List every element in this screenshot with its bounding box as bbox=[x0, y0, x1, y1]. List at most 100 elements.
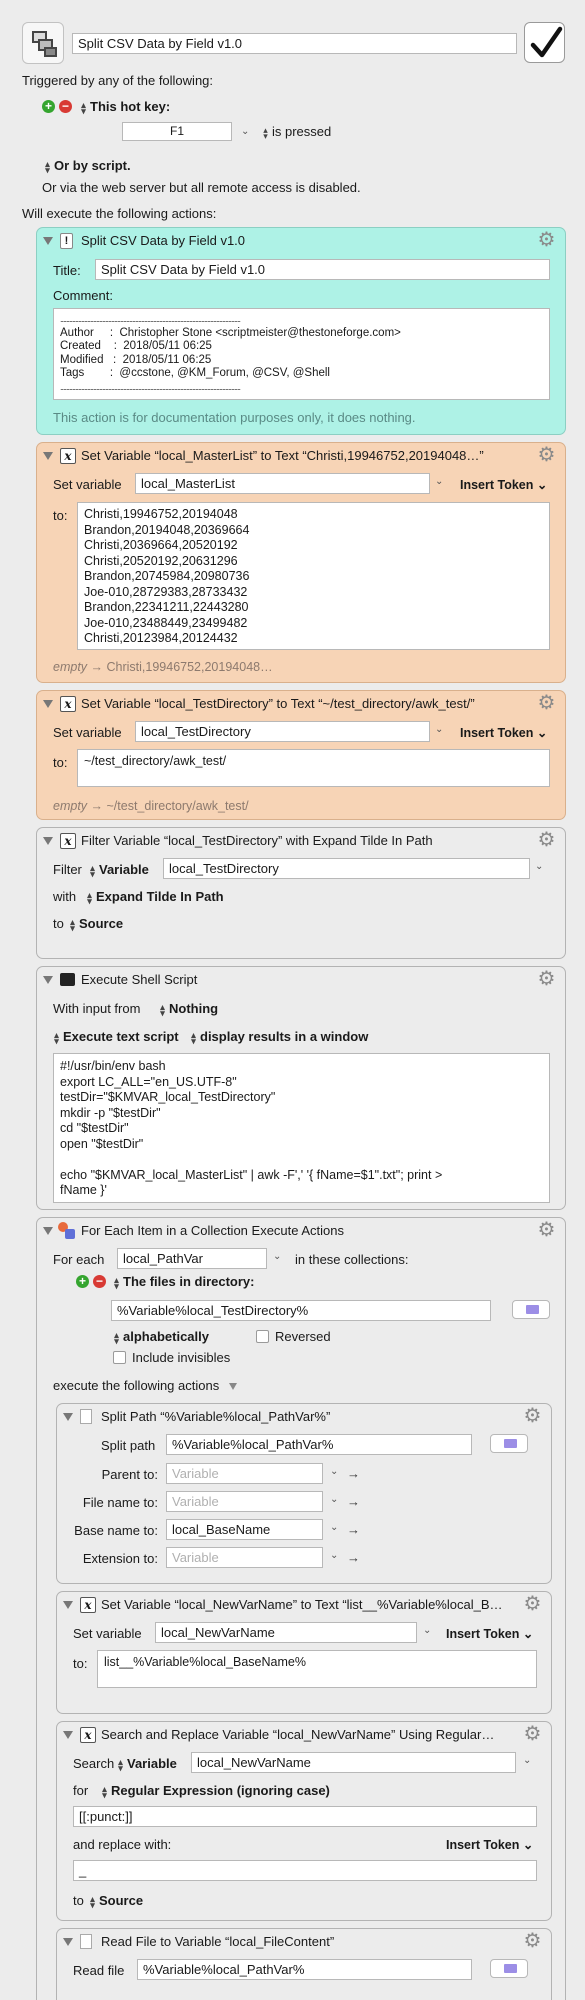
insert-token-button[interactable]: Insert Token ⌄ bbox=[460, 477, 547, 492]
trigger-type-popup[interactable]: ▴ ▾ This hot key: bbox=[80, 99, 170, 115]
gear-icon[interactable]: ⚙ bbox=[523, 1724, 542, 1744]
hotkey-mode-popup[interactable]: ▴ ▾ is pressed bbox=[262, 124, 331, 140]
set-variable-masterlist-action[interactable]: x Set Variable “local_MasterList” to Tex… bbox=[36, 442, 566, 683]
variable-menu-chevron[interactable]: ⌄ bbox=[330, 1494, 338, 1505]
reversed-checkbox[interactable] bbox=[256, 1330, 269, 1343]
loop-variable-field[interactable]: local_PathVar bbox=[117, 1248, 267, 1269]
text-line: ~/test_directory/awk_test/ bbox=[84, 754, 227, 768]
gear-icon[interactable]: ⚙ bbox=[537, 693, 556, 713]
for-each-action[interactable]: For Each Item in a Collection Execute Ac… bbox=[36, 1217, 566, 2000]
insert-token-button[interactable]: Insert Token ⌄ bbox=[446, 1626, 533, 1641]
script-line: export LC_ALL="en_US.UTF-8" bbox=[60, 1074, 237, 1089]
text-field[interactable]: ~/test_directory/awk_test/ bbox=[77, 749, 550, 787]
disclosure-triangle-icon[interactable] bbox=[228, 1383, 237, 1391]
script-trigger-popup[interactable]: ▴ ▾ Or by script. bbox=[44, 158, 130, 174]
remove-collection-button[interactable]: − bbox=[93, 1275, 106, 1288]
title-field[interactable]: Split CSV Data by Field v1.0 bbox=[95, 259, 550, 280]
disclosure-triangle-icon[interactable] bbox=[43, 976, 53, 984]
include-invisibles-checkbox[interactable] bbox=[113, 1351, 126, 1364]
match-type-popup[interactable]: ▴ ▾ Regular Expression (ignoring case) bbox=[101, 1783, 330, 1799]
gear-icon[interactable]: ⚙ bbox=[537, 1220, 556, 1240]
remove-trigger-button[interactable]: − bbox=[59, 100, 72, 113]
destination-popup[interactable]: ▴ ▾ Source bbox=[89, 1893, 143, 1909]
disclosure-triangle-icon[interactable] bbox=[63, 1413, 73, 1421]
insert-token-button[interactable]: Insert Token ⌄ bbox=[460, 725, 547, 740]
disclosure-triangle-icon[interactable] bbox=[43, 1227, 53, 1235]
gear-icon[interactable]: ⚙ bbox=[523, 1594, 542, 1614]
disclosure-triangle-icon[interactable] bbox=[63, 1601, 73, 1609]
text-field[interactable]: list__%Variable%local_BaseName% bbox=[97, 1650, 537, 1688]
search-type-popup[interactable]: ▴ ▾ Variable bbox=[117, 1756, 177, 1772]
hotkey-menu-chevron[interactable]: ⌄ bbox=[241, 126, 249, 137]
search-replace-action[interactable]: x Search and Replace Variable “local_New… bbox=[56, 1721, 552, 1921]
set-variable-testdirectory-action[interactable]: x Set Variable “local_TestDirectory” to … bbox=[36, 690, 566, 820]
add-trigger-button[interactable]: + bbox=[42, 100, 55, 113]
display-results-popup[interactable]: ▴ ▾ display results in a window bbox=[190, 1029, 368, 1045]
directory-field[interactable]: %Variable%local_TestDirectory% bbox=[111, 1300, 491, 1321]
gear-icon[interactable]: ⚙ bbox=[523, 1406, 542, 1426]
replace-field[interactable]: _ bbox=[73, 1860, 537, 1881]
filter-type-popup[interactable]: ▴ ▾ Variable bbox=[89, 862, 149, 878]
search-pattern-field[interactable]: [[:punct:]] bbox=[73, 1806, 537, 1827]
text-field[interactable]: Christi,19946752,20194048 Brandon,201940… bbox=[77, 502, 550, 650]
folder-chooser-button[interactable] bbox=[490, 1434, 528, 1453]
variable-menu-chevron[interactable]: ⌄ bbox=[330, 1522, 338, 1533]
input-label: With input from bbox=[53, 1001, 141, 1016]
macro-enabled-checkbox[interactable] bbox=[524, 22, 565, 63]
read-file-field[interactable]: %Variable%local_PathVar% bbox=[137, 1959, 472, 1980]
variable-menu-chevron[interactable]: ⌄ bbox=[273, 1251, 281, 1262]
input-popup[interactable]: ▴ ▾ Nothing bbox=[159, 1001, 218, 1017]
variable-name-field[interactable]: local_MasterList bbox=[135, 473, 430, 494]
variable-menu-chevron[interactable]: ⌄ bbox=[523, 1755, 531, 1766]
parent-field[interactable]: Variable bbox=[166, 1463, 323, 1484]
variable-name-field[interactable]: local_NewVarName bbox=[191, 1752, 516, 1773]
extension-field[interactable]: Variable bbox=[166, 1547, 323, 1568]
split-path-field[interactable]: %Variable%local_PathVar% bbox=[166, 1434, 472, 1455]
folder-chooser-button[interactable] bbox=[512, 1300, 550, 1319]
filter-popup[interactable]: ▴ ▾ Expand Tilde In Path bbox=[86, 889, 223, 905]
variable-menu-chevron[interactable]: ⌄ bbox=[435, 476, 443, 487]
filter-variable-action[interactable]: x Filter Variable “local_TestDirectory” … bbox=[36, 827, 566, 959]
variable-menu-chevron[interactable]: ⌄ bbox=[330, 1550, 338, 1561]
execute-shell-script-action[interactable]: Execute Shell Script ⚙ With input from ▴… bbox=[36, 966, 566, 1210]
variable-name-field[interactable]: local_NewVarName bbox=[155, 1622, 417, 1643]
comment-field[interactable]: ........................................… bbox=[53, 308, 550, 400]
disclosure-triangle-icon[interactable] bbox=[63, 1731, 73, 1739]
variable-menu-chevron[interactable]: ⌄ bbox=[435, 724, 443, 735]
destination-popup[interactable]: ▴ ▾ Source bbox=[69, 916, 123, 932]
variable-menu-chevron[interactable]: ⌄ bbox=[423, 1625, 431, 1636]
set-variable-newvarname-action[interactable]: x Set Variable “local_NewVarName” to Tex… bbox=[56, 1591, 552, 1714]
gear-icon[interactable]: ⚙ bbox=[523, 1931, 542, 1951]
sort-order-popup[interactable]: ▴ ▾ alphabetically bbox=[113, 1329, 209, 1345]
hotkey-field[interactable]: F1 bbox=[122, 122, 232, 141]
variable-name-field[interactable]: local_TestDirectory bbox=[163, 858, 530, 879]
gear-icon[interactable]: ⚙ bbox=[537, 969, 556, 989]
variable-name-field[interactable]: local_TestDirectory bbox=[135, 721, 430, 742]
variable-menu-chevron[interactable]: ⌄ bbox=[330, 1466, 338, 1477]
gear-icon[interactable]: ⚙ bbox=[537, 830, 556, 850]
disclosure-triangle-icon[interactable] bbox=[43, 452, 53, 460]
gear-icon[interactable]: ⚙ bbox=[537, 445, 556, 465]
disclosure-triangle-icon[interactable] bbox=[63, 1938, 73, 1946]
collection-type-popup[interactable]: ▴ ▾ The files in directory: bbox=[113, 1274, 254, 1290]
disclosure-triangle-icon[interactable] bbox=[43, 237, 53, 245]
disclosure-triangle-icon[interactable] bbox=[43, 837, 53, 845]
variable-menu-chevron[interactable]: ⌄ bbox=[535, 861, 543, 872]
document-icon bbox=[80, 1934, 92, 1949]
macro-name-field[interactable]: Split CSV Data by Field v1.0 bbox=[72, 33, 517, 54]
for-each-icon bbox=[58, 1222, 76, 1240]
gear-icon[interactable]: ⚙ bbox=[537, 230, 556, 250]
script-mode-popup[interactable]: ▴ ▾ Execute text script bbox=[53, 1029, 178, 1045]
disclosure-triangle-icon[interactable] bbox=[43, 700, 53, 708]
add-collection-button[interactable]: + bbox=[76, 1275, 89, 1288]
base-name-field[interactable]: local_BaseName bbox=[166, 1519, 323, 1540]
file-name-field[interactable]: Variable bbox=[166, 1491, 323, 1512]
folder-chooser-button[interactable] bbox=[490, 1959, 528, 1978]
split-path-action[interactable]: Split Path “%Variable%local_PathVar%” ⚙ … bbox=[56, 1403, 552, 1584]
insert-token-button[interactable]: Insert Token ⌄ bbox=[446, 1837, 533, 1852]
read-file-action[interactable]: Read File to Variable “local_FileContent… bbox=[56, 1928, 552, 2000]
comment-action[interactable]: ! Split CSV Data by Field v1.0 ⚙ Title: … bbox=[36, 227, 566, 435]
include-invisibles-label: Include invisibles bbox=[132, 1350, 231, 1365]
script-field[interactable]: #!/usr/bin/env bash export LC_ALL="en_US… bbox=[53, 1053, 550, 1203]
arrow-icon: → bbox=[347, 1550, 360, 1565]
